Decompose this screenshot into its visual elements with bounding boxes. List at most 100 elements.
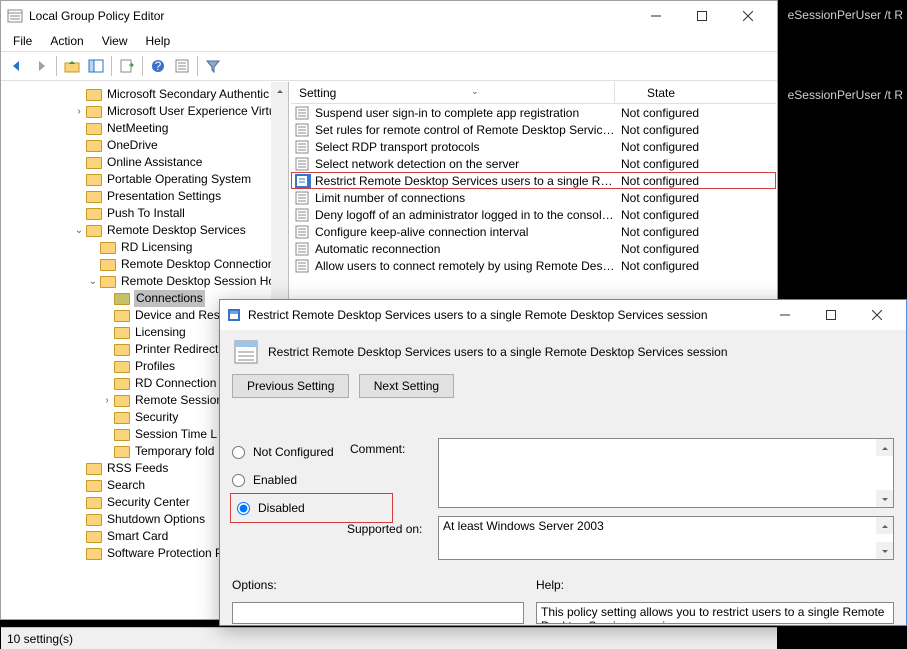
tree-item[interactable]: Portable Operating System <box>2 171 288 188</box>
tree-item[interactable]: Online Assistance <box>2 154 288 171</box>
setting-name: Select network detection on the server <box>315 157 617 171</box>
chevron-right-icon[interactable]: › <box>72 103 86 120</box>
minimize-button[interactable] <box>633 1 679 31</box>
up-folder-icon[interactable] <box>61 55 83 77</box>
menu-file[interactable]: File <box>5 32 40 50</box>
folder-icon <box>86 208 102 220</box>
folder-icon <box>114 310 130 322</box>
tree-item[interactable]: Presentation Settings <box>2 188 288 205</box>
folder-icon <box>86 157 102 169</box>
dialog-minimize-button[interactable] <box>762 300 808 330</box>
scroll-down-icon[interactable] <box>876 542 893 559</box>
tree-item[interactable]: Microsoft Secondary Authentic <box>2 86 288 103</box>
dialog-close-button[interactable] <box>854 300 900 330</box>
setting-row[interactable]: Deny logoff of an administrator logged i… <box>291 206 776 223</box>
tree-item[interactable]: OneDrive <box>2 137 288 154</box>
tree-item-label: RSS Feeds <box>106 460 169 477</box>
setting-row[interactable]: Set rules for remote control of Remote D… <box>291 121 776 138</box>
folder-icon <box>114 361 130 373</box>
close-button[interactable] <box>725 1 771 31</box>
supported-on-text: At least Windows Server 2003 <box>443 519 604 533</box>
tree-item-label: Temporary fold <box>134 443 215 460</box>
scroll-up-icon[interactable] <box>271 82 288 99</box>
setting-icon <box>295 106 311 120</box>
supported-on-label: Supported on: <box>347 522 422 536</box>
setting-icon <box>295 225 311 239</box>
setting-row[interactable]: Limit number of connectionsNot configure… <box>291 189 776 206</box>
properties-icon[interactable] <box>171 55 193 77</box>
folder-icon <box>86 123 102 135</box>
chevron-right-icon[interactable]: › <box>100 392 114 409</box>
titlebar[interactable]: Local Group Policy Editor <box>1 1 777 31</box>
sort-indicator-icon: ⌄ <box>471 86 479 97</box>
setting-state: Not configured <box>617 140 699 154</box>
next-setting-button[interactable]: Next Setting <box>359 374 454 398</box>
setting-row[interactable]: Select RDP transport protocolsNot config… <box>291 138 776 155</box>
tree-item-label: Shutdown Options <box>106 511 206 528</box>
tree-item[interactable]: ›Microsoft User Experience Virtu <box>2 103 288 120</box>
setting-row[interactable]: Restrict Remote Desktop Services users t… <box>291 172 776 189</box>
menu-action[interactable]: Action <box>42 32 91 50</box>
radio-enabled[interactable]: Enabled <box>232 466 392 494</box>
folder-icon <box>114 378 130 390</box>
scroll-up-icon[interactable] <box>876 517 893 534</box>
folder-icon <box>86 106 102 118</box>
menu-help[interactable]: Help <box>138 32 179 50</box>
forward-button[interactable] <box>30 55 52 77</box>
toolbar: ? <box>1 51 777 81</box>
svg-text:?: ? <box>155 59 162 73</box>
tree-item[interactable]: NetMeeting <box>2 120 288 137</box>
help-icon[interactable]: ? <box>147 55 169 77</box>
scroll-down-icon[interactable] <box>876 490 893 507</box>
filter-icon[interactable] <box>202 55 224 77</box>
chevron-down-icon[interactable]: ⌄ <box>86 273 100 290</box>
previous-setting-button[interactable]: Previous Setting <box>232 374 349 398</box>
folder-icon <box>86 463 102 475</box>
tree-item[interactable]: Remote Desktop Connection <box>2 256 288 273</box>
setting-icon <box>295 259 311 273</box>
window-title: Local Group Policy Editor <box>29 9 633 23</box>
menu-view[interactable]: View <box>94 32 136 50</box>
chevron-down-icon[interactable]: ⌄ <box>72 222 86 239</box>
setting-row[interactable]: Select network detection on the serverNo… <box>291 155 776 172</box>
setting-row[interactable]: Allow users to connect remotely by using… <box>291 257 776 274</box>
tree-item-label: RD Licensing <box>120 239 193 256</box>
show-hide-tree-icon[interactable] <box>85 55 107 77</box>
comment-textbox[interactable] <box>438 438 894 508</box>
folder-icon <box>100 276 116 288</box>
tree-item-label: Remote Desktop Connection <box>120 256 275 273</box>
tree-item-label: Security Center <box>106 494 191 511</box>
setting-state: Not configured <box>617 259 699 273</box>
folder-icon <box>114 429 130 441</box>
setting-state: Not configured <box>617 191 699 205</box>
col-state[interactable]: State <box>615 82 675 103</box>
dialog-maximize-button[interactable] <box>808 300 854 330</box>
setting-state: Not configured <box>617 242 699 256</box>
setting-row[interactable]: Suspend user sign-in to complete app reg… <box>291 104 776 121</box>
comment-label: Comment: <box>350 442 405 456</box>
export-list-icon[interactable] <box>116 55 138 77</box>
radio-disabled[interactable]: Disabled <box>231 494 392 522</box>
dialog-titlebar[interactable]: Restrict Remote Desktop Services users t… <box>220 300 906 330</box>
setting-name: Limit number of connections <box>315 191 617 205</box>
tree-item-label: NetMeeting <box>106 120 169 137</box>
scroll-up-icon[interactable] <box>876 439 893 456</box>
back-button[interactable] <box>6 55 28 77</box>
folder-icon <box>86 497 102 509</box>
maximize-button[interactable] <box>679 1 725 31</box>
tree-item[interactable]: Push To Install <box>2 205 288 222</box>
tree-item[interactable]: ⌄Remote Desktop Services <box>2 222 288 239</box>
tree-item[interactable]: ⌄ Remote Desktop Session Ho <box>2 273 288 290</box>
folder-icon <box>86 548 102 560</box>
list-header[interactable]: Setting ⌄ State <box>291 82 776 104</box>
setting-name: Set rules for remote control of Remote D… <box>315 123 617 137</box>
col-setting[interactable]: Setting <box>291 82 615 103</box>
setting-state: Not configured <box>617 157 699 171</box>
tree-item-label: Remote Desktop Session Ho <box>120 273 276 290</box>
help-label: Help: <box>536 578 564 592</box>
setting-row[interactable]: Configure keep-alive connection interval… <box>291 223 776 240</box>
setting-icon <box>295 123 311 137</box>
tree-item[interactable]: RD Licensing <box>2 239 288 256</box>
policy-heading-icon <box>232 338 260 366</box>
setting-row[interactable]: Automatic reconnectionNot configured <box>291 240 776 257</box>
